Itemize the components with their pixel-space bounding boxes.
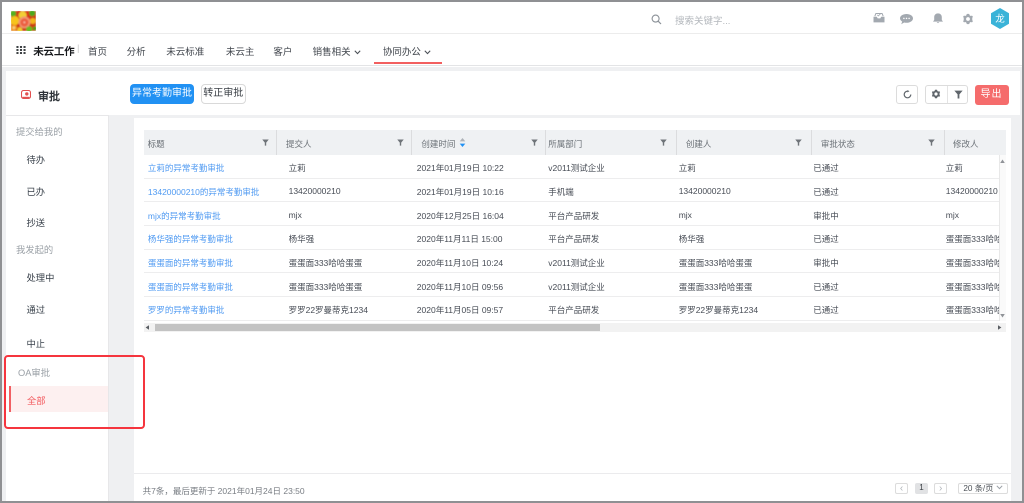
- svg-text:龙: 龙: [995, 13, 1005, 25]
